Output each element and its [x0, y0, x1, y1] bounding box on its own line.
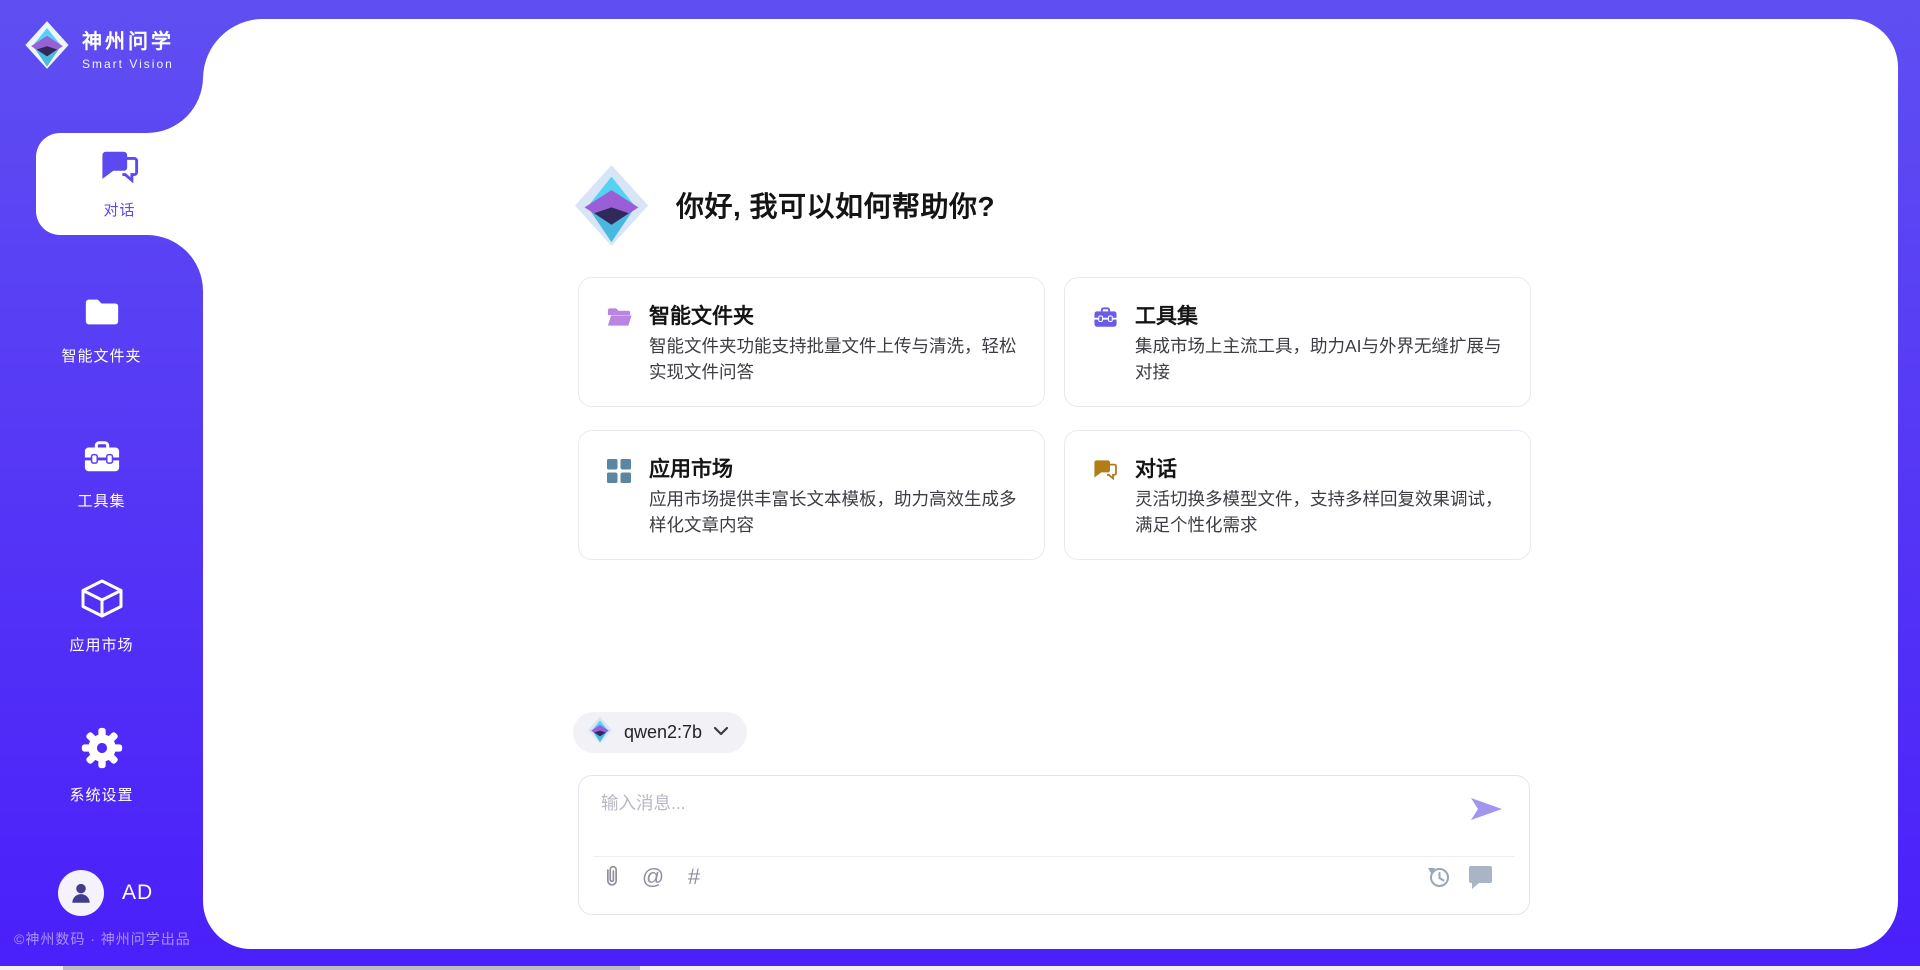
- send-icon[interactable]: [1469, 796, 1503, 822]
- feature-cards: 智能文件夹 智能文件夹功能支持批量文件上传与清洗，轻松实现文件问答 工具集 集成…: [578, 277, 1531, 560]
- attachment-icon[interactable]: [599, 864, 625, 890]
- folder-open-icon: [606, 305, 633, 334]
- folder-icon: [81, 293, 123, 336]
- card-description: 应用市场提供丰富长文本模板，助力高效生成多样化文章内容: [649, 486, 1031, 538]
- message-composer: @ #: [578, 775, 1530, 915]
- card-description: 集成市场上主流工具，助力AI与外界无缝扩展与对接: [1135, 333, 1517, 385]
- user-profile[interactable]: AD: [58, 870, 153, 916]
- toolbox-icon: [1092, 305, 1119, 335]
- card-smart-folder[interactable]: 智能文件夹 智能文件夹功能支持批量文件上传与清洗，轻松实现文件问答: [578, 277, 1045, 407]
- brand-name-cn: 神州问学: [82, 25, 174, 54]
- brand-name-en: Smart Vision: [82, 57, 174, 71]
- user-name: AD: [122, 881, 153, 905]
- sidebar-item-toolbox[interactable]: 工具集: [0, 438, 203, 511]
- model-name: qwen2:7b: [624, 722, 702, 743]
- sidebar-item-chat[interactable]: 对话: [36, 133, 203, 235]
- grid-icon: [606, 458, 632, 489]
- avatar[interactable]: [58, 870, 104, 916]
- card-title: 应用市场: [649, 453, 733, 483]
- composer-divider: [593, 856, 1515, 857]
- sidebar-item-label: 系统设置: [69, 784, 133, 805]
- brand: 神州问学 Smart Vision: [24, 20, 174, 75]
- history-icon[interactable]: [1426, 864, 1452, 890]
- card-toolbox[interactable]: 工具集 集成市场上主流工具，助力AI与外界无缝扩展与对接: [1064, 277, 1531, 407]
- scrollbar-thumb[interactable]: [63, 966, 640, 970]
- sidebar-item-label: 对话: [103, 199, 135, 220]
- sidebar-item-settings[interactable]: 系统设置: [0, 726, 203, 805]
- copyright-text: ©神州数码 · 神州问学出品: [14, 929, 191, 949]
- mention-icon[interactable]: @: [640, 864, 666, 890]
- assistant-logo-icon: [573, 163, 650, 253]
- hashtag-icon[interactable]: #: [681, 864, 707, 890]
- sidebar-item-smart-folder[interactable]: 智能文件夹: [0, 293, 203, 366]
- sidebar-item-label: 工具集: [77, 490, 125, 511]
- greeting-title: 你好, 我可以如何帮助你?: [676, 185, 995, 225]
- card-title: 工具集: [1135, 300, 1198, 330]
- chat-icon: [99, 148, 141, 191]
- card-app-market[interactable]: 应用市场 应用市场提供丰富长文本模板，助力高效生成多样化文章内容: [578, 430, 1045, 560]
- comment-icon[interactable]: [1467, 864, 1493, 890]
- horizontal-scrollbar: [0, 966, 1920, 970]
- model-selector[interactable]: qwen2:7b: [573, 712, 747, 753]
- card-description: 智能文件夹功能支持批量文件上传与清洗，轻松实现文件问答: [649, 333, 1031, 385]
- toolbox-icon: [81, 438, 123, 481]
- model-logo-icon: [587, 716, 613, 749]
- card-description: 灵活切换多模型文件，支持多样回复效果调试，满足个性化需求: [1135, 486, 1517, 538]
- cube-icon: [80, 578, 124, 625]
- card-title: 对话: [1135, 453, 1177, 483]
- message-input[interactable]: [599, 788, 1443, 850]
- sidebar-item-label: 应用市场: [69, 634, 133, 655]
- chat-icon: [1092, 458, 1119, 487]
- brand-logo-icon: [24, 20, 70, 75]
- chevron-down-icon: [713, 724, 729, 742]
- gear-icon: [80, 726, 124, 775]
- sidebar-item-app-market[interactable]: 应用市场: [0, 578, 203, 655]
- sidebar-item-label: 智能文件夹: [61, 345, 141, 366]
- card-chat[interactable]: 对话 灵活切换多模型文件，支持多样回复效果调试，满足个性化需求: [1064, 430, 1531, 560]
- card-title: 智能文件夹: [649, 300, 754, 330]
